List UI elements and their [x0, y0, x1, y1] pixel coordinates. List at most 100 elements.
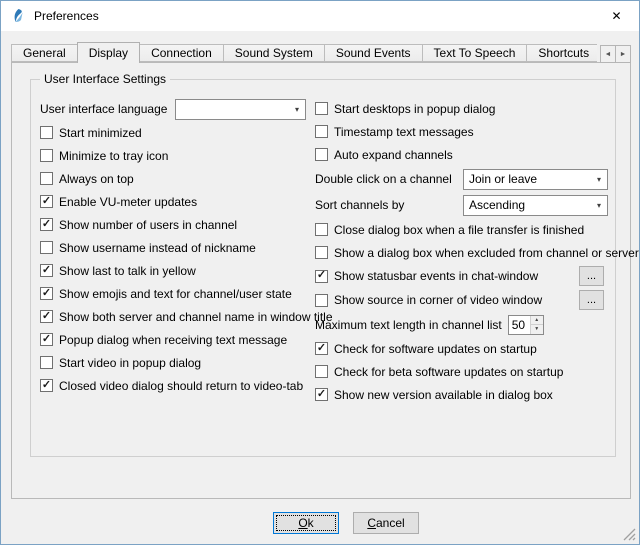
spinner-up-icon[interactable]: ▲: [531, 316, 543, 326]
checkbox-box[interactable]: ✓: [40, 241, 53, 254]
checkbox-box[interactable]: ✓: [40, 333, 53, 346]
checkbox-label[interactable]: Start video in popup dialog: [59, 356, 201, 370]
checkbox-label[interactable]: Show username instead of nickname: [59, 241, 256, 255]
checkbox-show-username-instead-of-nickname[interactable]: ✓ Show username instead of nickname: [40, 236, 306, 259]
language-select[interactable]: ▾: [175, 99, 306, 120]
checkbox-label[interactable]: Always on top: [59, 172, 134, 186]
tab-text-to-speech[interactable]: Text To Speech: [422, 44, 528, 62]
checkbox-label[interactable]: Check for beta software updates on start…: [334, 365, 563, 379]
checkbox-label[interactable]: Start minimized: [59, 126, 142, 140]
checkbox-timestamp-text-messages[interactable]: ✓ Timestamp text messages: [315, 120, 608, 143]
checkbox-label[interactable]: Show source in corner of video window: [334, 293, 542, 307]
checkbox-box[interactable]: ✓: [40, 126, 53, 139]
checkbox-label[interactable]: Show both server and channel name in win…: [59, 310, 333, 324]
checkbox-label[interactable]: Show new version available in dialog box: [334, 388, 553, 402]
user-interface-settings-group: User Interface Settings User interface l…: [30, 79, 616, 457]
tab-general[interactable]: General: [11, 44, 78, 62]
checkbox-minimize-to-tray-icon[interactable]: ✓ Minimize to tray icon: [40, 144, 306, 167]
checkbox-box[interactable]: ✓: [315, 125, 328, 138]
tab-sound-events[interactable]: Sound Events: [324, 44, 423, 62]
checkbox-box[interactable]: ✓: [315, 270, 328, 283]
statusbar-events-more-button[interactable]: ...: [579, 266, 604, 286]
check-icon: ✓: [317, 343, 326, 354]
checkbox-box[interactable]: ✓: [40, 287, 53, 300]
checkbox-auto-expand-channels[interactable]: ✓ Auto expand channels: [315, 143, 608, 166]
tab-shortcuts[interactable]: Shortcuts: [526, 44, 597, 62]
checkbox-label[interactable]: Close dialog box when a file transfer is…: [334, 223, 584, 237]
checkbox-box[interactable]: ✓: [40, 195, 53, 208]
max-text-length-spinner[interactable]: 50 ▲ ▼: [508, 315, 544, 335]
checkbox-show-emojis-and-text-for-state[interactable]: ✓ Show emojis and text for channel/user …: [40, 282, 306, 305]
checkbox-box[interactable]: ✓: [315, 294, 328, 307]
checkbox-box[interactable]: ✓: [40, 149, 53, 162]
sort-channels-select[interactable]: Ascending ▾: [463, 195, 608, 216]
checkbox-box[interactable]: ✓: [40, 218, 53, 231]
checkbox-label[interactable]: Enable VU-meter updates: [59, 195, 197, 209]
checkbox-label[interactable]: Show last to talk in yellow: [59, 264, 196, 278]
checkbox-box[interactable]: ✓: [40, 379, 53, 392]
checkbox-show-new-version-in-dialog[interactable]: ✓ Show new version available in dialog b…: [315, 383, 608, 406]
checkbox-show-source-in-video-window[interactable]: ✓ Show source in corner of video window …: [315, 288, 608, 312]
ok-button-label-rest: k: [308, 516, 314, 530]
tab-scroll-right-icon[interactable]: ►: [615, 45, 631, 63]
checkbox-label[interactable]: Start desktops in popup dialog: [334, 102, 495, 116]
chevron-down-icon: ▾: [593, 175, 605, 184]
checkbox-check-beta-updates-on-startup[interactable]: ✓ Check for beta software updates on sta…: [315, 360, 608, 383]
checkbox-box[interactable]: ✓: [315, 388, 328, 401]
ok-button[interactable]: Ok: [273, 512, 339, 534]
checkbox-label[interactable]: Show number of users in channel: [59, 218, 237, 232]
checkbox-box[interactable]: ✓: [315, 365, 328, 378]
checkbox-show-number-of-users-in-channel[interactable]: ✓ Show number of users in channel: [40, 213, 306, 236]
checkbox-enable-vu-meter-updates[interactable]: ✓ Enable VU-meter updates: [40, 190, 306, 213]
checkbox-statusbar-events-in-chat-window[interactable]: ✓ Show statusbar events in chat-window .…: [315, 264, 608, 288]
video-source-more-button[interactable]: ...: [579, 290, 604, 310]
checkbox-label[interactable]: Show statusbar events in chat-window: [334, 269, 538, 283]
checkbox-box[interactable]: ✓: [315, 246, 328, 259]
checkbox-box[interactable]: ✓: [315, 102, 328, 115]
checkbox-start-minimized[interactable]: ✓ Start minimized: [40, 121, 306, 144]
combo-value: Ascending: [469, 198, 525, 212]
checkbox-label[interactable]: Auto expand channels: [334, 148, 453, 162]
checkbox-always-on-top[interactable]: ✓ Always on top: [40, 167, 306, 190]
spinner-down-icon[interactable]: ▼: [531, 325, 543, 334]
spinner-value[interactable]: 50: [509, 316, 530, 334]
window-title: Preferences: [34, 9, 99, 23]
checkbox-label[interactable]: Minimize to tray icon: [59, 149, 168, 163]
spinner-arrows: ▲ ▼: [530, 316, 543, 334]
resize-grip[interactable]: [623, 528, 636, 541]
checkbox-show-dialog-when-excluded[interactable]: ✓ Show a dialog box when excluded from c…: [315, 241, 608, 264]
checkbox-box[interactable]: ✓: [315, 342, 328, 355]
tab-scroll-left-icon[interactable]: ◄: [600, 45, 616, 63]
checkbox-box[interactable]: ✓: [40, 310, 53, 323]
checkbox-show-server-and-channel-in-title[interactable]: ✓ Show both server and channel name in w…: [40, 305, 306, 328]
tab-display[interactable]: Display: [77, 42, 140, 63]
tab-sound-system[interactable]: Sound System: [223, 44, 325, 62]
checkbox-popup-dialog-on-text-message[interactable]: ✓ Popup dialog when receiving text messa…: [40, 328, 306, 351]
titlebar[interactable]: Preferences ✕: [1, 1, 639, 31]
checkbox-label[interactable]: Show a dialog box when excluded from cha…: [334, 246, 639, 260]
checkbox-box[interactable]: ✓: [40, 356, 53, 369]
check-icon: ✓: [42, 265, 51, 276]
checkbox-closed-video-return-to-video-tab[interactable]: ✓ Closed video dialog should return to v…: [40, 374, 306, 397]
check-icon: ✓: [42, 288, 51, 299]
left-column: User interface language ▾ ✓ Start minimi…: [40, 97, 306, 397]
checkbox-label[interactable]: Check for software updates on startup: [334, 342, 537, 356]
checkbox-label[interactable]: Closed video dialog should return to vid…: [59, 379, 303, 393]
close-button[interactable]: ✕: [594, 1, 639, 31]
checkbox-check-updates-on-startup[interactable]: ✓ Check for software updates on startup: [315, 337, 608, 360]
checkbox-label[interactable]: Timestamp text messages: [334, 125, 474, 139]
double-click-channel-select[interactable]: Join or leave ▾: [463, 169, 608, 190]
tab-connection[interactable]: Connection: [139, 44, 224, 62]
checkbox-label[interactable]: Popup dialog when receiving text message: [59, 333, 287, 347]
cancel-button[interactable]: Cancel: [353, 512, 419, 534]
checkbox-box[interactable]: ✓: [40, 172, 53, 185]
checkbox-start-desktops-in-popup-dialog[interactable]: ✓ Start desktops in popup dialog: [315, 97, 608, 120]
checkbox-label[interactable]: Show emojis and text for channel/user st…: [59, 287, 292, 301]
checkbox-show-last-to-talk-in-yellow[interactable]: ✓ Show last to talk in yellow: [40, 259, 306, 282]
checkbox-close-dialog-when-transfer-finished[interactable]: ✓ Close dialog box when a file transfer …: [315, 218, 608, 241]
checkbox-box[interactable]: ✓: [315, 223, 328, 236]
checkbox-box[interactable]: ✓: [315, 148, 328, 161]
checkbox-start-video-in-popup-dialog[interactable]: ✓ Start video in popup dialog: [40, 351, 306, 374]
checkbox-box[interactable]: ✓: [40, 264, 53, 277]
check-icon: ✓: [42, 380, 51, 391]
